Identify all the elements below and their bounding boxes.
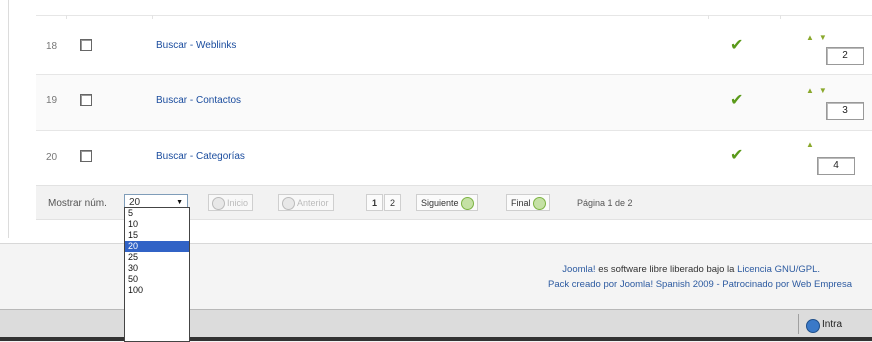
next-icon	[460, 197, 474, 210]
display-number-label: Mostrar núm.	[48, 198, 107, 209]
status-separator	[798, 314, 799, 334]
dropdown-option[interactable]: 50	[125, 274, 189, 285]
row-number: 19	[46, 95, 58, 106]
published-check-icon[interactable]: ✔	[730, 90, 743, 110]
next-button[interactable]: Siguiente	[416, 194, 478, 211]
order-arrows-icon[interactable]: ▲▼	[806, 86, 832, 95]
table-row: 20 Buscar - Categorías ✔ ▲ 4	[36, 131, 872, 187]
start-icon	[212, 197, 225, 210]
footer-license-line: Joomla! es software libre liberado bajo …	[562, 264, 820, 275]
table-top-border	[36, 15, 872, 16]
dropdown-option-selected[interactable]: 20	[125, 241, 189, 252]
order-up-icon[interactable]: ▲	[806, 140, 819, 149]
end-icon	[532, 197, 546, 210]
order-input[interactable]: 3	[826, 102, 864, 120]
row-checkbox[interactable]	[80, 94, 92, 106]
table-row: 19 Buscar - Contactos ✔ ▲▼ 3	[36, 75, 872, 131]
row-title-link[interactable]: Buscar - Weblinks	[156, 40, 236, 51]
credits-link[interactable]: Pack creado por Joomla! Spanish 2009 - P…	[548, 279, 852, 290]
dropdown-option[interactable]: 25	[125, 252, 189, 263]
intranet-globe-icon	[806, 319, 820, 333]
previous-button[interactable]: Anterior	[278, 194, 334, 211]
table-row: 18 Buscar - Weblinks ✔ ▲▼ 2	[36, 19, 872, 75]
dropdown-option[interactable]: 100	[125, 285, 189, 296]
published-check-icon[interactable]: ✔	[730, 35, 743, 55]
dropdown-option[interactable]: 30	[125, 263, 189, 274]
dropdown-option[interactable]: 5	[125, 208, 189, 219]
display-number-dropdown[interactable]: 5 10 15 20 25 30 50 100	[124, 207, 190, 342]
row-checkbox[interactable]	[80, 39, 92, 51]
row-title-link[interactable]: Buscar - Categorías	[156, 151, 245, 162]
row-title-link[interactable]: Buscar - Contactos	[156, 95, 241, 106]
chevron-down-icon: ▼	[176, 199, 183, 206]
start-button[interactable]: Inicio	[208, 194, 254, 211]
order-arrows-icon[interactable]: ▲▼	[806, 33, 832, 42]
previous-icon	[282, 197, 295, 210]
published-check-icon[interactable]: ✔	[730, 145, 743, 165]
security-zone-label: Intra	[822, 319, 843, 330]
order-input[interactable]: 4	[817, 157, 855, 175]
page-1-button[interactable]: 1	[366, 194, 384, 211]
row-number: 18	[46, 41, 58, 52]
page-2-button[interactable]: 2	[384, 194, 402, 211]
dropdown-option[interactable]: 10	[125, 219, 189, 230]
order-input[interactable]: 2	[826, 47, 864, 65]
license-link[interactable]: Licencia GNU/GPL.	[737, 264, 820, 275]
dropdown-option[interactable]: 15	[125, 230, 189, 241]
footer-credits-line: Pack creado por Joomla! Spanish 2009 - P…	[548, 279, 852, 290]
page-info: Página 1 de 2	[577, 198, 633, 208]
joomla-link[interactable]: Joomla!	[562, 264, 595, 275]
row-checkbox[interactable]	[80, 150, 92, 162]
end-button[interactable]: Final	[506, 194, 550, 211]
row-number: 20	[46, 152, 58, 163]
